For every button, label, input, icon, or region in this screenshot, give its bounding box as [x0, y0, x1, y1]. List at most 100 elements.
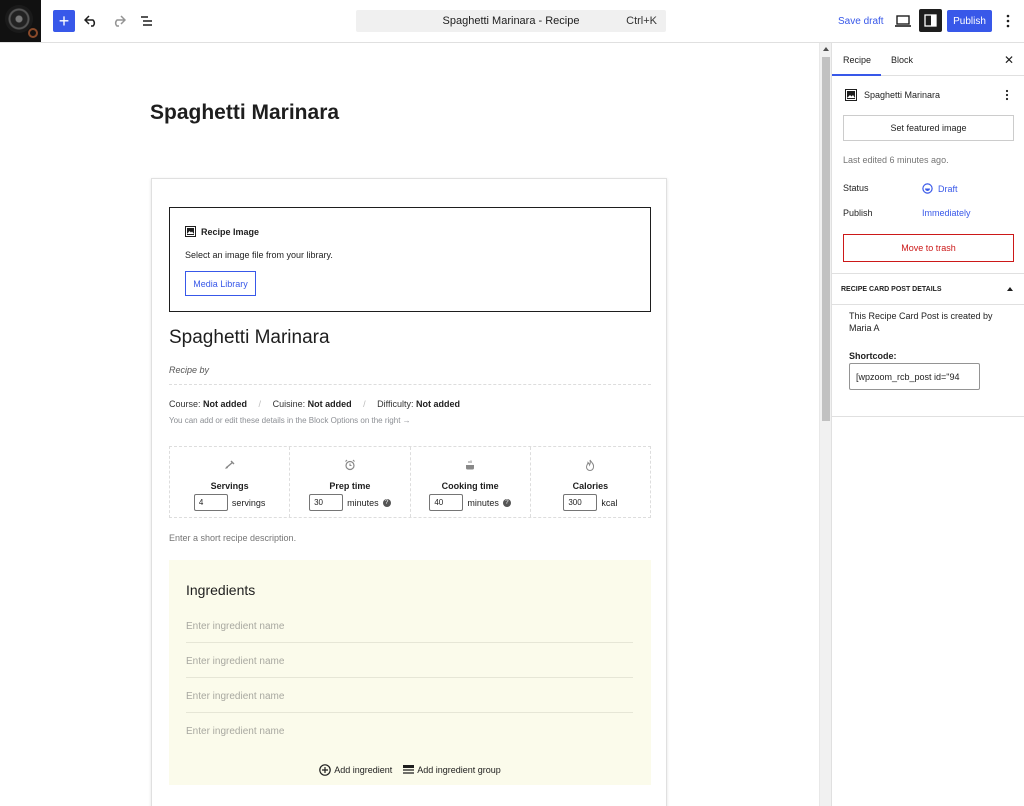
- divider: [832, 416, 1024, 417]
- meta-separator: /: [258, 399, 262, 409]
- scrollbar-thumb[interactable]: [822, 57, 830, 421]
- divider: [186, 712, 633, 713]
- ingredient-input[interactable]: Enter ingredient name: [186, 621, 633, 640]
- ingredient-input[interactable]: Enter ingredient name: [186, 726, 633, 745]
- document-overview-icon[interactable]: [137, 11, 157, 31]
- draft-status-icon: [922, 183, 933, 194]
- difficulty-value: Not added: [416, 399, 461, 409]
- cooking-time-input[interactable]: 40: [429, 494, 464, 511]
- cuisine-value: Not added: [307, 399, 352, 409]
- ingredient-input[interactable]: Enter ingredient name: [186, 656, 633, 675]
- save-draft-button[interactable]: Save draft: [838, 16, 884, 27]
- detail-label: Cooking time: [441, 481, 499, 491]
- move-to-trash-button[interactable]: Move to trash: [843, 234, 1014, 262]
- prep-time-input[interactable]: 30: [309, 494, 344, 511]
- swirl-icon: [28, 28, 38, 38]
- panel-title: RECIPE CARD POST DETAILS: [841, 286, 942, 293]
- servings-icon: [170, 459, 289, 471]
- cooking-pot-icon: [411, 459, 530, 471]
- recipe-title[interactable]: Spaghetti Marinara: [169, 327, 330, 349]
- scroll-up-icon[interactable]: [822, 45, 830, 53]
- detail-label: Servings: [210, 481, 249, 491]
- course-label: Course:: [169, 399, 201, 409]
- detail-label: Calories: [572, 481, 609, 491]
- editor-toolbar: + Spaghetti Marinara - Recipe Ctrl+K Sav…: [0, 0, 1024, 43]
- add-ingredient-group-button[interactable]: Add ingredient group: [403, 764, 501, 776]
- close-icon[interactable]: ✕: [1004, 53, 1014, 67]
- help-icon[interactable]: ?: [502, 498, 511, 507]
- ingredients-section: Ingredients Enter ingredient name Enter …: [169, 560, 651, 785]
- divider: [169, 384, 651, 385]
- settings-toggle-button[interactable]: [919, 9, 942, 32]
- canvas-scrollbar[interactable]: [819, 43, 831, 806]
- tab-block[interactable]: Block: [891, 55, 913, 65]
- document-summary: Spaghetti Marinara: [845, 89, 940, 101]
- help-icon[interactable]: ?: [382, 498, 391, 507]
- prep-time-unit: minutes: [347, 497, 379, 508]
- chevron-up-icon: [1007, 287, 1013, 291]
- detail-label: Prep time: [329, 481, 371, 491]
- sidebar-doc-title: Spaghetti Marinara: [864, 90, 941, 100]
- plus-circle-icon: [319, 764, 331, 776]
- editor-canvas: Spaghetti Marinara Recipe Image Select a…: [0, 43, 819, 806]
- post-title[interactable]: Spaghetti Marinara: [150, 101, 339, 125]
- tab-recipe[interactable]: Recipe: [831, 55, 882, 76]
- status-label: Status: [843, 183, 869, 193]
- sidebar-panel-icon: [924, 14, 937, 27]
- calories-input[interactable]: 300: [563, 494, 598, 511]
- divider: [186, 642, 633, 643]
- image-icon: [845, 89, 857, 101]
- divider: [186, 677, 633, 678]
- recipe-image-label: Recipe Image: [185, 226, 259, 237]
- set-featured-image-button[interactable]: Set featured image: [843, 115, 1014, 141]
- recipe-image-instructions: Select an image file from your library.: [185, 250, 333, 260]
- add-ingredient-button[interactable]: Add ingredient: [319, 764, 392, 776]
- ingredients-heading[interactable]: Ingredients: [186, 582, 255, 598]
- ingredient-input[interactable]: Enter ingredient name: [186, 691, 633, 710]
- detail-cooking-time: Cooking time 40 minutes ?: [411, 447, 531, 517]
- recipe-image-label-text: Recipe Image: [201, 226, 260, 237]
- settings-sidebar: Recipe Block ✕ Spaghetti Marinara Set fe…: [831, 43, 1024, 806]
- servings-input[interactable]: 4: [193, 494, 228, 511]
- command-shortcut: Ctrl+K: [626, 15, 657, 27]
- recipe-card-panel-header[interactable]: RECIPE CARD POST DETAILS: [832, 273, 1024, 305]
- site-logo[interactable]: [0, 0, 41, 42]
- meta-hint: You can add or edit these details in the…: [169, 416, 411, 425]
- detail-calories: Calories 300 kcal: [531, 447, 650, 517]
- cuisine-label: Cuisine:: [272, 399, 306, 409]
- shortcode-label: Shortcode:: [849, 351, 897, 361]
- more-options-icon[interactable]: [1001, 12, 1015, 30]
- add-ingredient-group-label: Add ingredient group: [417, 765, 501, 775]
- add-ingredient-label: Add ingredient: [334, 765, 393, 775]
- recipe-image-placeholder[interactable]: Recipe Image Select an image file from y…: [169, 207, 651, 312]
- last-edited-text: Last edited 6 minutes ago.: [843, 155, 949, 165]
- created-by-text: This Recipe Card Post is created by Mari…: [849, 311, 993, 333]
- publish-date-button[interactable]: Immediately: [922, 208, 971, 218]
- ingredient-actions: Add ingredient Add ingredient group: [169, 764, 651, 776]
- document-title: Spaghetti Marinara - Recipe: [442, 15, 580, 27]
- difficulty-label: Difficulty:: [377, 399, 414, 409]
- cooking-time-unit: minutes: [467, 497, 499, 508]
- status-value[interactable]: Draft: [922, 183, 958, 194]
- image-icon: [185, 226, 196, 237]
- group-icon: [403, 765, 415, 774]
- recipe-description-field[interactable]: Enter a short recipe description.: [169, 533, 296, 543]
- command-palette-bar[interactable]: Spaghetti Marinara - Recipe Ctrl+K: [356, 10, 666, 32]
- redo-icon[interactable]: [109, 11, 129, 31]
- recipe-author[interactable]: Recipe by: [169, 365, 209, 375]
- servings-unit: servings: [231, 497, 266, 508]
- more-options-icon[interactable]: [1004, 88, 1010, 102]
- media-library-button[interactable]: Media Library: [185, 271, 256, 296]
- desktop-view-icon[interactable]: [894, 12, 912, 30]
- publish-button[interactable]: Publish: [947, 10, 992, 32]
- detail-servings: Servings 4 servings: [170, 447, 291, 517]
- detail-prep-time: Prep time 30 minutes ?: [290, 447, 411, 517]
- recipe-card-block[interactable]: Recipe Image Select an image file from y…: [151, 178, 667, 806]
- flame-icon: [531, 459, 650, 471]
- meta-separator: /: [363, 399, 366, 409]
- undo-icon[interactable]: [81, 11, 101, 31]
- shortcode-field[interactable]: [wpzoom_rcb_post id="94: [849, 363, 980, 390]
- add-block-button[interactable]: +: [53, 10, 75, 32]
- calories-unit: kcal: [601, 497, 618, 508]
- publish-label: Publish: [843, 208, 873, 218]
